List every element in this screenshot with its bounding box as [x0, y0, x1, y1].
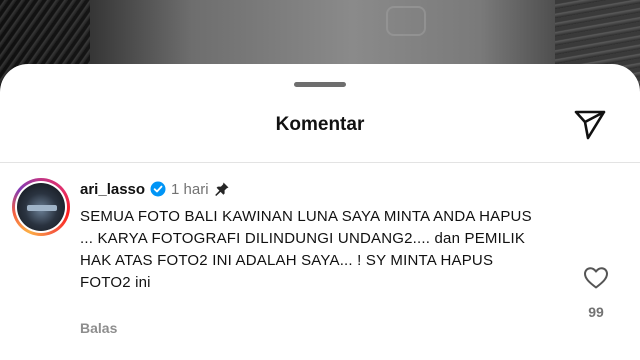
paper-plane-icon: [574, 110, 606, 140]
comment-item: ari_lasso 1 hari SEMUA FOTO BALI KAWINAN…: [0, 176, 640, 356]
comment-text: SEMUA FOTO BALI KAWINAN LUNA SAYA MINTA …: [80, 208, 532, 291]
comment-time: 1 hari: [171, 180, 209, 198]
avatar[interactable]: [12, 178, 70, 236]
share-button[interactable]: [572, 106, 608, 142]
like-count: 99: [588, 304, 604, 320]
pin-icon: [214, 181, 230, 197]
sheet-title: Komentar: [275, 114, 365, 135]
wall-emblem: [386, 6, 426, 36]
comment-username[interactable]: ari_lasso: [80, 181, 145, 198]
avatar-photo: [17, 183, 65, 231]
heart-icon: [584, 267, 608, 289]
comments-sheet: Komentar ari_lasso 1 hari SEMUA FOTO BAL…: [0, 64, 640, 360]
sheet-grabber[interactable]: [294, 82, 346, 87]
verified-badge-icon: [150, 181, 166, 197]
comment-meta: ari_lasso 1 hari: [80, 178, 230, 200]
reply-button[interactable]: Balas: [80, 320, 117, 336]
like-button[interactable]: [582, 264, 610, 292]
header-divider: [0, 162, 640, 163]
